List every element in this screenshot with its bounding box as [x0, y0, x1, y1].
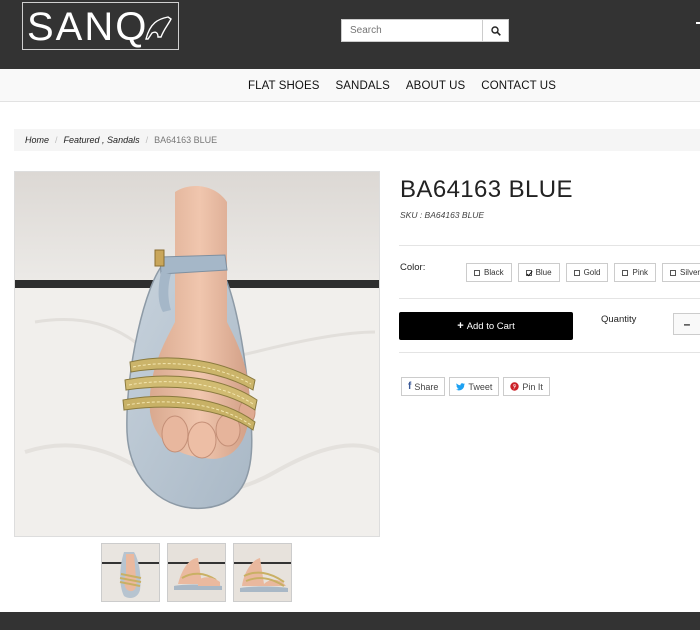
product-main-image[interactable]: [14, 171, 380, 537]
checkbox-checked-icon: [525, 269, 532, 276]
quantity-decrease-button[interactable]: –: [673, 313, 700, 335]
color-option-black[interactable]: Black: [466, 263, 512, 282]
breadcrumb-separator: /: [55, 135, 58, 145]
twitter-icon: [456, 382, 466, 390]
quantity-label: Quantity: [601, 314, 637, 325]
divider: [399, 298, 700, 299]
twitter-tweet-button[interactable]: Tweet: [449, 377, 500, 396]
add-to-cart-label: Add to Cart: [466, 320, 515, 332]
heel-icon: [145, 16, 172, 40]
thumbnail-strip: [101, 543, 292, 602]
breadcrumb-separator: /: [145, 135, 149, 145]
share-buttons: f Share Tweet Pin It: [401, 377, 550, 396]
nav-item-flat-shoes[interactable]: FLAT SHOES: [248, 80, 320, 92]
pin-it-label: Pin It: [522, 381, 543, 392]
thumbnail-3[interactable]: [233, 543, 292, 602]
search-input[interactable]: [341, 19, 483, 42]
color-option-label: Blue: [535, 268, 552, 277]
nav-item-about-us[interactable]: ABOUT US: [406, 80, 465, 92]
site-header: SANQ: [0, 0, 700, 69]
main-nav: FLAT SHOES SANDALS ABOUT US CONTACT US: [0, 69, 700, 102]
facebook-share-button[interactable]: f Share: [401, 377, 446, 396]
search-button[interactable]: [482, 19, 509, 42]
checkbox-icon: [474, 269, 480, 276]
color-option-silver[interactable]: Silver: [662, 263, 700, 282]
header-edge-mark: [696, 22, 700, 24]
color-option-label: Pink: [632, 268, 649, 277]
divider: [399, 245, 700, 246]
breadcrumb: Home / Featured , Sandals / BA64163 BLUE: [14, 129, 700, 151]
sandal-photo: [15, 172, 379, 536]
color-option-blue[interactable]: Blue: [517, 263, 560, 282]
breadcrumb-category[interactable]: Featured , Sandals: [64, 135, 140, 145]
product-sku: SKU : BA64163 BLUE: [400, 210, 485, 220]
search-icon: [490, 25, 501, 36]
site-logo[interactable]: SANQ: [22, 2, 179, 50]
checkbox-icon: [573, 269, 580, 276]
color-option-label: Black: [484, 268, 504, 277]
color-option-pink[interactable]: Pink: [614, 263, 657, 282]
breadcrumb-current: BA64163 BLUE: [154, 135, 218, 145]
tweet-label: Tweet: [468, 381, 493, 392]
plus-icon: +: [457, 320, 464, 332]
divider: [399, 352, 700, 353]
checkbox-icon: [670, 269, 677, 276]
add-to-cart-button[interactable]: + Add to Cart: [399, 312, 573, 340]
site-footer: [0, 612, 700, 630]
breadcrumb-home[interactable]: Home: [25, 135, 49, 145]
color-option-label: Silver: [680, 268, 700, 277]
search-bar: [341, 19, 509, 42]
nav-item-contact-us[interactable]: CONTACT US: [481, 80, 556, 92]
logo-text: SANQ: [27, 5, 149, 49]
color-option-gold[interactable]: Gold: [565, 263, 609, 282]
facebook-icon: f: [408, 381, 412, 392]
checkbox-icon: [622, 269, 629, 276]
color-label: Color:: [400, 262, 426, 273]
pinterest-pin-button[interactable]: Pin It: [503, 377, 550, 396]
color-option-label: Gold: [583, 268, 601, 277]
nav-item-sandals[interactable]: SANDALS: [336, 80, 390, 92]
share-label: Share: [414, 381, 439, 392]
pinterest-icon: [510, 382, 520, 391]
thumbnail-2[interactable]: [167, 543, 226, 602]
thumbnail-1[interactable]: [101, 543, 160, 602]
color-options: Black Blue Gold Pink Silver: [466, 263, 700, 282]
product-title: BA64163 BLUE: [400, 176, 573, 203]
